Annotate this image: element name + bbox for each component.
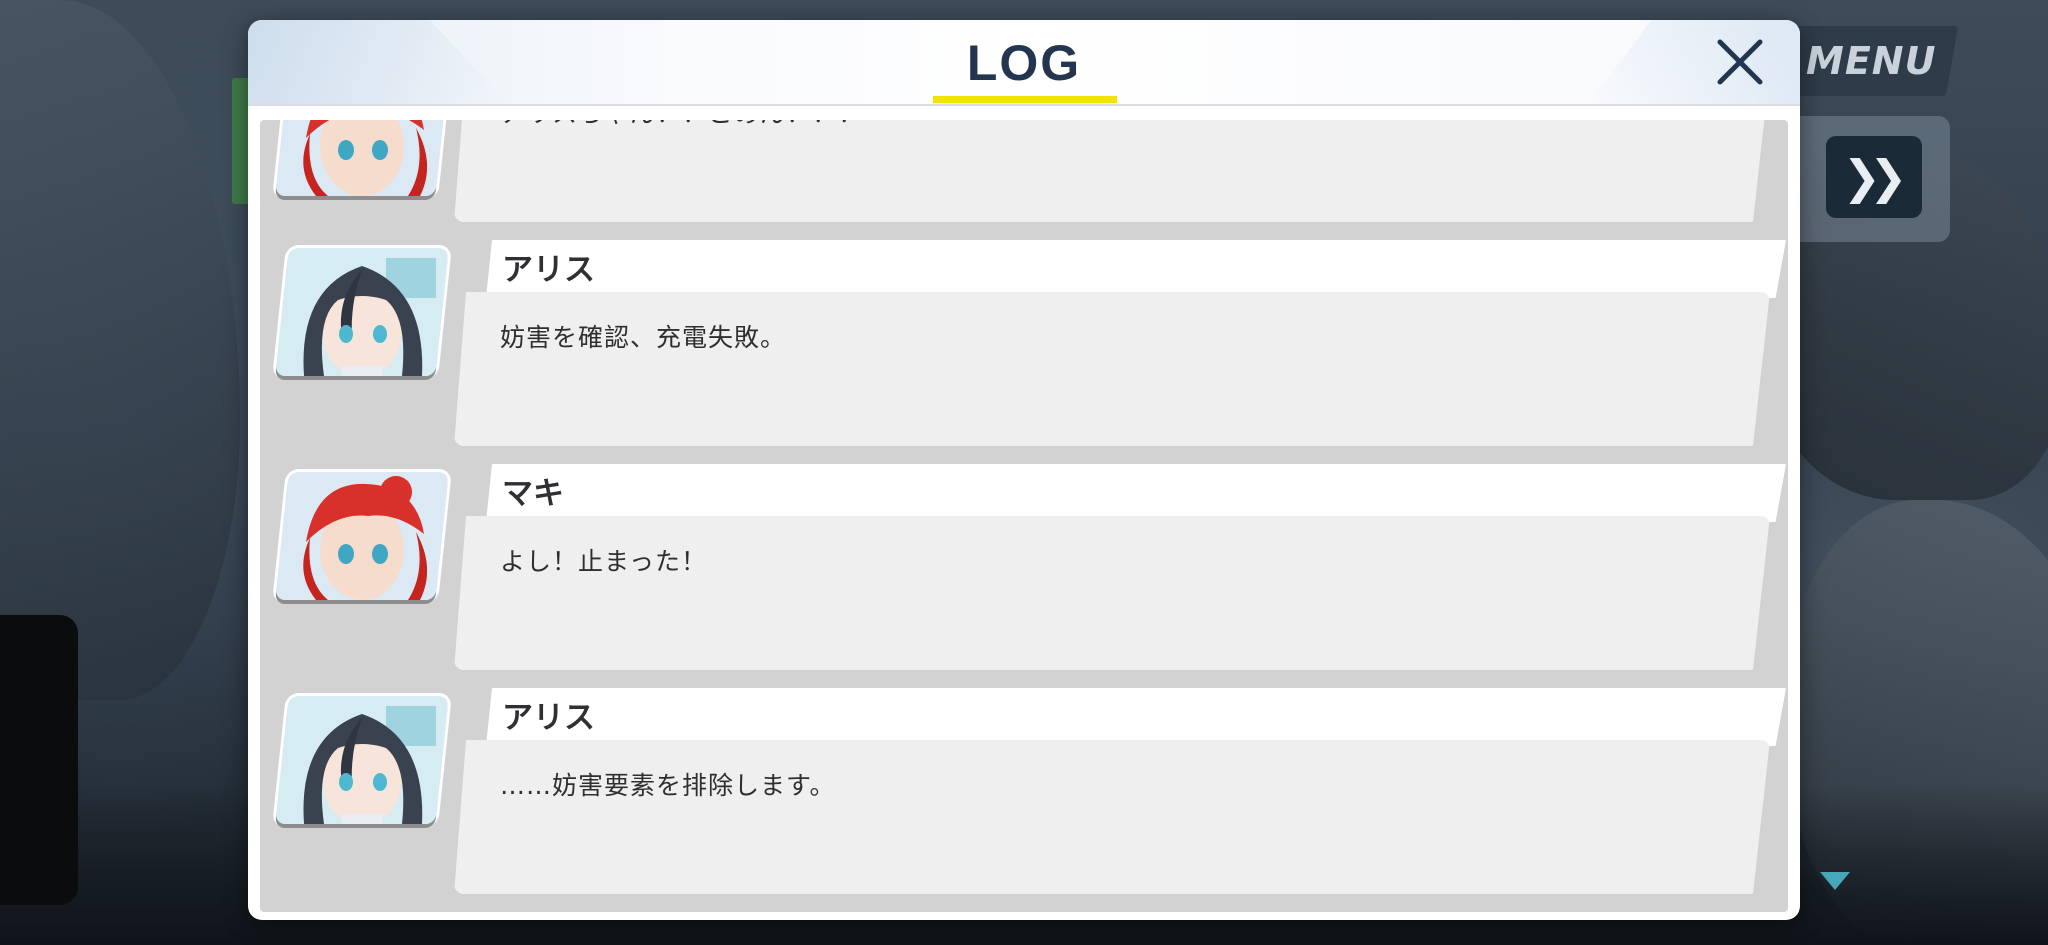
dialogue-bubble [454, 740, 1770, 894]
close-icon [1717, 39, 1763, 85]
close-button[interactable] [1710, 32, 1770, 92]
menu-label: MENU [1805, 39, 1937, 83]
speaker-name: アリス [502, 700, 595, 736]
maki-avatar-art [276, 120, 448, 196]
alice-portrait [275, 696, 449, 824]
log-header: LOG [248, 20, 1800, 106]
log-dialog: LOG マキ [248, 20, 1800, 920]
alice-avatar-art [276, 696, 448, 824]
dialogue-bubble [454, 120, 1770, 222]
speaker-name-bar [486, 688, 1786, 746]
dialogue-text: アリスちゃん！！ごめん！！！ [500, 120, 864, 130]
side-panel [0, 615, 78, 905]
log-entry: マキ よし！止まった！ [260, 464, 1788, 678]
maki-portrait [275, 120, 449, 196]
alice-avatar-art [276, 248, 448, 376]
dialogue-bubble [454, 516, 1770, 670]
fast-forward-button[interactable]: ❯❯ [1826, 136, 1922, 218]
maki-avatar-art [276, 472, 448, 600]
speaker-name-bar [486, 464, 1786, 522]
next-arrow-icon[interactable] [1820, 872, 1850, 890]
log-entry: アリス 妨害を確認、充電失敗。 [260, 240, 1788, 454]
dialogue-text: ……妨害要素を排除します。 [500, 771, 836, 800]
dialogue-bubble [454, 292, 1770, 446]
log-list[interactable]: マキ アリスちゃん！！ごめん！！！ アリス 妨害を [260, 120, 1788, 912]
log-entry: マキ アリスちゃん！！ごめん！！！ [260, 120, 1788, 230]
maki-portrait [275, 472, 449, 600]
title-underline [933, 96, 1117, 103]
cliff-rock-left [0, 0, 240, 700]
log-title: LOG [966, 35, 1082, 91]
dialogue-text: よし！止まった！ [500, 547, 708, 576]
speaker-name: マキ [502, 476, 564, 512]
log-entry: アリス ……妨害要素を排除します。 [260, 688, 1788, 902]
speaker-name: アリス [502, 252, 595, 288]
alice-portrait [275, 248, 449, 376]
speaker-name-bar [486, 240, 1786, 298]
menu-button[interactable]: MENU [1783, 26, 1959, 96]
fast-forward-icon: ❯❯ [1842, 150, 1907, 204]
dialogue-text: 妨害を確認、充電失敗。 [500, 323, 787, 352]
